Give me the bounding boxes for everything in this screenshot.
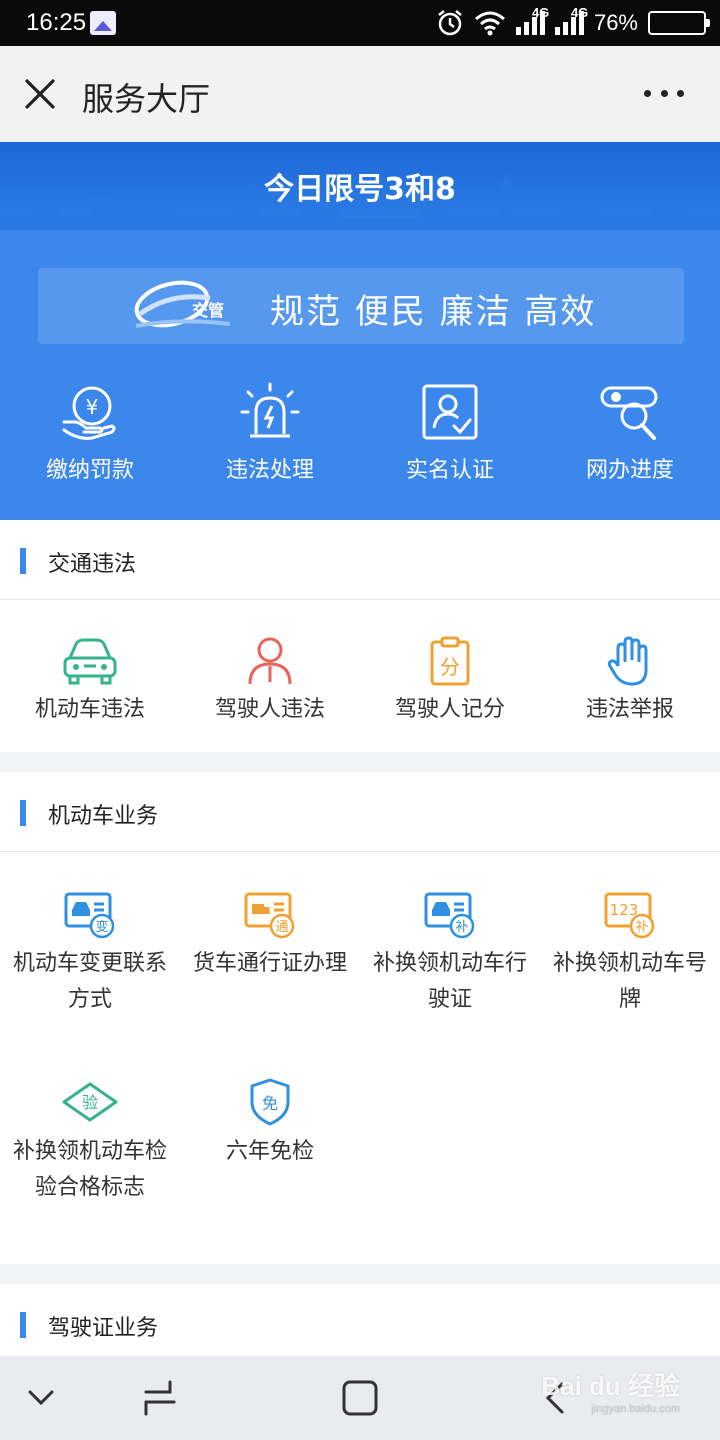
service-inspection-mark[interactable]: 验 补换领机动车检验合格标志: [0, 1076, 180, 1264]
service-label: 补换领机动车检验合格标志: [12, 1139, 167, 1200]
svg-text:通: 通: [275, 920, 288, 935]
service-truck-pass[interactable]: 通 货车通行证办理: [180, 888, 360, 1076]
person-icon: [248, 637, 292, 685]
watermark: Bai du 经验 jingyan.baidu.com: [541, 1366, 680, 1415]
quick-action-label: 实名认证: [405, 458, 494, 483]
svg-text:验: 验: [82, 1093, 98, 1112]
service-six-year-exempt[interactable]: 免 六年免检: [180, 1076, 360, 1264]
quick-action-label: 缴纳罚款: [45, 458, 134, 483]
traffic-police-logo: 交管: [134, 280, 231, 328]
quick-action-progress[interactable]: 网办进度: [540, 378, 720, 498]
quick-action-pay-fine[interactable]: ¥ 缴纳罚款: [0, 378, 180, 498]
service-label: 机动车变更联系方式: [12, 951, 167, 1012]
hero-area: 今日限号3和8 交管 规范 便民 廉洁 高效 ¥ 缴纳罚款 违法处理 实名认证 …: [0, 142, 720, 520]
status-time: 16:25: [26, 9, 87, 36]
service-vehicle-violation[interactable]: 机动车违法: [0, 636, 180, 728]
restriction-banner[interactable]: 今日限号3和8: [0, 142, 720, 230]
service-label: 补换领机动车行驶证: [372, 951, 527, 1012]
navigation-bar: Bai du 经验 jingyan.baidu.com: [0, 1356, 720, 1440]
section-title: 机动车业务: [48, 804, 159, 829]
car-icon: [63, 638, 117, 685]
service-plate-reissue[interactable]: 123 补 补换领机动车号牌: [540, 888, 720, 1076]
svg-text:123: 123: [610, 901, 639, 919]
shield-exempt-icon: 免: [250, 1078, 290, 1126]
service-violation-report[interactable]: 违法举报: [540, 636, 720, 728]
section-header: 驾驶证业务: [0, 1284, 720, 1364]
svg-text:分: 分: [440, 655, 460, 679]
police-light-icon: [240, 382, 300, 438]
svg-text:变: 变: [95, 919, 108, 935]
more-options-icon[interactable]: [644, 90, 684, 100]
service-driver-points[interactable]: 分 驾驶人记分: [360, 636, 540, 728]
svg-text:补: 补: [635, 920, 648, 935]
section-accent-bar: [20, 1312, 26, 1338]
quick-action-real-name[interactable]: 实名认证: [360, 378, 540, 498]
watermark-brand: Bai du 经验: [541, 1371, 680, 1401]
svg-text:免: 免: [262, 1094, 278, 1113]
plate-reissue-icon: 123 补: [604, 892, 655, 939]
change-card-icon: 变: [64, 892, 115, 939]
svg-text:补: 补: [455, 920, 468, 935]
section-title: 驾驶证业务: [48, 1316, 159, 1341]
section-header: 机动车业务: [0, 772, 720, 852]
service-label: 驾驶人违法: [214, 697, 325, 722]
chevron-down-icon[interactable]: [26, 1378, 56, 1418]
quick-action-label: 网办进度: [585, 458, 674, 483]
score-clipboard-icon: 分: [430, 636, 470, 686]
section-title: 交通违法: [48, 552, 137, 577]
section-traffic-violation: 交通违法 机动车违法 驾驶人违法 分 驾驶人记分 违法举报: [0, 520, 720, 752]
hand-icon: [607, 636, 648, 686]
home-icon[interactable]: [340, 1378, 380, 1418]
inspection-mark-icon: 验: [62, 1082, 118, 1122]
status-right: 4G 4G 76%: [436, 5, 710, 40]
svg-text:交管: 交管: [192, 301, 224, 320]
battery-percent: 76%: [593, 10, 638, 35]
section-grid: 机动车违法 驾驶人违法 分 驾驶人记分 违法举报: [0, 600, 720, 728]
svg-text:¥: ¥: [86, 395, 99, 419]
section-accent-bar: [20, 800, 26, 826]
progress-search-icon: [600, 386, 658, 440]
status-bar: 16:25 4G 4G 76%: [0, 0, 720, 46]
quick-action-violation-handle[interactable]: 违法处理: [180, 378, 360, 498]
service-driver-violation[interactable]: 驾驶人违法: [180, 636, 360, 728]
service-label: 补换领机动车号牌: [552, 951, 707, 1012]
network-type-2: 4G: [570, 5, 589, 20]
service-label: 货车通行证办理: [192, 951, 347, 976]
service-change-contact[interactable]: 变 机动车变更联系方式: [0, 888, 180, 1076]
title-bar: 服务大厅: [0, 46, 720, 142]
section-vehicle-business: 机动车业务 变 机动车变更联系方式 通 货车通行证办理 补 补换领机动车行驶证 …: [0, 772, 720, 1264]
wifi-icon: [474, 11, 505, 36]
license-reissue-icon: 补: [424, 892, 475, 939]
quick-action-label: 违法处理: [225, 458, 314, 483]
close-icon[interactable]: [22, 76, 58, 112]
service-label: 驾驶人记分: [394, 697, 505, 722]
yuan-hand-icon: ¥: [62, 386, 116, 440]
service-label: 六年免检: [225, 1139, 314, 1164]
slogan-box: 交管 规范 便民 廉洁 高效: [38, 268, 684, 344]
section-driver-license: 驾驶证业务: [0, 1284, 720, 1356]
service-label: 违法举报: [585, 697, 674, 722]
section-grid: 变 机动车变更联系方式 通 货车通行证办理 补 补换领机动车行驶证 123 补 …: [0, 852, 720, 1264]
service-label: 机动车违法: [34, 697, 145, 722]
id-verify-icon: [422, 384, 478, 440]
signal-icon-2: 4G: [554, 5, 588, 35]
truck-pass-icon: 通: [244, 892, 295, 939]
battery-icon: [648, 11, 710, 35]
plate-restriction-text: 今日限号3和8: [264, 172, 456, 207]
alarm-icon: [438, 10, 462, 36]
service-license-reissue[interactable]: 补 补换领机动车行驶证: [360, 888, 540, 1076]
gallery-notification-icon: [90, 11, 116, 35]
section-header: 交通违法: [0, 520, 720, 600]
section-accent-bar: [20, 548, 26, 574]
page-title: 服务大厅: [82, 80, 211, 118]
network-type-1: 4G: [531, 5, 550, 20]
recents-icon[interactable]: [140, 1378, 180, 1418]
slogan-text: 规范 便民 廉洁 高效: [270, 292, 597, 332]
quick-actions: ¥ 缴纳罚款 违法处理 实名认证 网办进度: [0, 378, 720, 498]
signal-icon-1: 4G: [515, 5, 549, 35]
watermark-url: jingyan.baidu.com: [591, 1403, 680, 1415]
